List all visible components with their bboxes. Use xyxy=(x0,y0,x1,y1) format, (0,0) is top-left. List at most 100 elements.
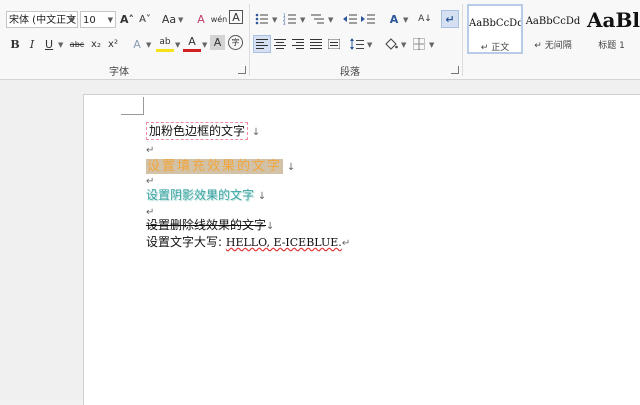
text-effects-button[interactable]: A xyxy=(128,35,146,53)
underline-button[interactable]: U xyxy=(40,35,58,53)
bold-button[interactable]: B xyxy=(6,35,24,53)
char-border-icon: A xyxy=(232,10,240,24)
align-right-button[interactable] xyxy=(289,35,307,53)
enclose-characters-button[interactable]: 字 xyxy=(228,35,243,50)
chinese-layout-icon: A xyxy=(389,12,399,26)
empty-paragraph: ↵ xyxy=(146,142,154,156)
line-spacing-button[interactable] xyxy=(348,35,366,53)
char-border-button[interactable]: A xyxy=(229,10,243,24)
document-page[interactable]: 加粉色边框的文字 ↓ ↵ 设置填充效果的文字 ↓ ↵ 设置阴影效果的文字 ↓ ↵… xyxy=(83,94,640,405)
bordered-text: 加粉色边框的文字 xyxy=(146,122,249,140)
align-left-icon xyxy=(256,39,268,49)
justify-button[interactable] xyxy=(307,35,325,53)
font-color-icon: A xyxy=(188,35,196,48)
chinese-layout-button[interactable]: A xyxy=(385,10,403,28)
style-sample: AaBl xyxy=(587,8,640,32)
line-break-mark: ↓ xyxy=(251,127,261,138)
doc-line-uppercase[interactable]: 设置文字大写: HELLO, E-ICEBLUE.↵ xyxy=(146,233,350,250)
borders-icon xyxy=(413,38,425,50)
bullets-button[interactable] xyxy=(253,10,271,28)
strikethrough-icon: abc xyxy=(69,39,85,49)
italic-icon: I xyxy=(29,37,35,51)
style-name: ↵ 正文 xyxy=(480,43,510,53)
filled-text: 设置填充效果的文字 xyxy=(146,159,284,174)
align-left-button[interactable] xyxy=(253,35,271,53)
crop-mark xyxy=(143,97,144,115)
shrink-font-button[interactable]: A˅ xyxy=(136,10,154,28)
eraser-icon: A xyxy=(197,12,205,26)
empty-paragraph: ↵ xyxy=(146,173,154,187)
char-shading-button[interactable]: A xyxy=(210,35,225,50)
font-dialog-launcher[interactable] xyxy=(238,66,246,74)
superscript-button[interactable]: x² xyxy=(104,35,122,53)
chevron-down-icon: ▼ xyxy=(429,41,435,49)
group-divider xyxy=(249,4,250,76)
style-name: ↵ 无间隔 xyxy=(534,41,572,51)
underline-icon: U xyxy=(44,37,54,51)
font-name-value: 宋体 (中文正文) xyxy=(9,15,78,26)
shading-button[interactable] xyxy=(382,35,400,53)
svg-text:3: 3 xyxy=(283,21,286,25)
strikethrough-button[interactable]: abc xyxy=(68,35,86,53)
style-no-spacing[interactable]: AaBbCcDd ↵ 无间隔 xyxy=(525,4,581,54)
highlighter-icon: ab xyxy=(159,36,171,47)
font-color-button[interactable]: A xyxy=(183,34,201,52)
chevron-down-icon: ▼ xyxy=(69,16,75,24)
style-name: 标题 1 xyxy=(598,41,625,51)
borders-button[interactable] xyxy=(410,35,428,53)
chevron-down-icon: ▼ xyxy=(403,16,409,24)
doc-line-shadow[interactable]: 设置阴影效果的文字 ↓ xyxy=(146,186,266,203)
font-size-combo[interactable]: 10 ▼ xyxy=(80,11,116,28)
strikethrough-text: 设置删除线效果的文字 xyxy=(146,218,267,232)
font-size-value: 10 xyxy=(83,15,96,26)
sort-button[interactable]: A↓ xyxy=(416,10,434,28)
justify-icon xyxy=(310,39,322,49)
paint-bucket-icon xyxy=(385,38,398,50)
doc-line-strike[interactable]: 设置删除线效果的文字↓ xyxy=(146,216,274,233)
sort-icon: A↓ xyxy=(418,14,432,24)
char-shading-icon: A xyxy=(213,36,222,49)
subscript-icon: x₂ xyxy=(91,38,101,50)
phonetic-guide-button[interactable]: wén xyxy=(210,10,228,28)
highlight-button[interactable]: ab xyxy=(156,34,174,52)
style-normal[interactable]: AaBbCcDd ↵ 正文 xyxy=(467,4,523,54)
multilevel-list-icon xyxy=(311,14,324,24)
chevron-down-icon: ▼ xyxy=(178,16,184,24)
line-spacing-icon xyxy=(350,38,364,50)
chevron-down-icon: ▼ xyxy=(300,16,306,24)
subscript-button[interactable]: x₂ xyxy=(87,35,105,53)
uppercase-text: HELLO, E-ICEBLUE. xyxy=(225,236,342,249)
chevron-down-icon: ▼ xyxy=(328,16,334,24)
paragraph-dialog-launcher[interactable] xyxy=(451,66,459,74)
increase-indent-button[interactable] xyxy=(359,10,377,28)
numbered-list-icon: 123 xyxy=(283,13,296,25)
align-center-button[interactable] xyxy=(271,35,289,53)
clear-format-button[interactable]: A xyxy=(192,10,210,28)
style-sample: AaBbCcDd xyxy=(525,16,581,27)
distributed-button[interactable] xyxy=(325,35,343,53)
doc-line-filled[interactable]: 设置填充效果的文字 ↓ xyxy=(146,155,295,174)
font-name-combo[interactable]: 宋体 (中文正文) ▼ xyxy=(6,11,78,28)
document-area[interactable]: 加粉色边框的文字 ↓ ↵ 设置填充效果的文字 ↓ ↵ 设置阴影效果的文字 ↓ ↵… xyxy=(0,80,640,405)
italic-button[interactable]: I xyxy=(23,35,41,53)
change-case-button[interactable]: Aa xyxy=(160,10,178,28)
chevron-down-icon: ▼ xyxy=(202,41,208,49)
multilevel-list-button[interactable] xyxy=(309,10,327,28)
chevron-down-icon: ▼ xyxy=(272,16,278,24)
line-break-mark: ↓ xyxy=(286,162,296,173)
numbering-button[interactable]: 123 xyxy=(281,10,299,28)
show-marks-button[interactable]: ↵ xyxy=(441,10,459,28)
chevron-down-icon: ▼ xyxy=(107,16,113,24)
text-effects-icon: A xyxy=(133,37,141,51)
shrink-font-icon: A˅ xyxy=(139,13,151,25)
uppercase-label: 设置文字大写: xyxy=(146,235,223,249)
chevron-down-icon: ▼ xyxy=(58,41,64,49)
doc-line-bordered[interactable]: 加粉色边框的文字 ↓ xyxy=(146,122,261,140)
style-heading-1[interactable]: AaBl 标题 1 xyxy=(583,4,640,54)
grow-font-icon: A˄ xyxy=(119,12,134,26)
grow-font-button[interactable]: A˄ xyxy=(118,10,136,28)
change-case-icon: Aa xyxy=(161,12,177,26)
group-divider xyxy=(462,4,463,76)
decrease-indent-button[interactable] xyxy=(341,10,359,28)
distributed-icon xyxy=(328,39,340,49)
